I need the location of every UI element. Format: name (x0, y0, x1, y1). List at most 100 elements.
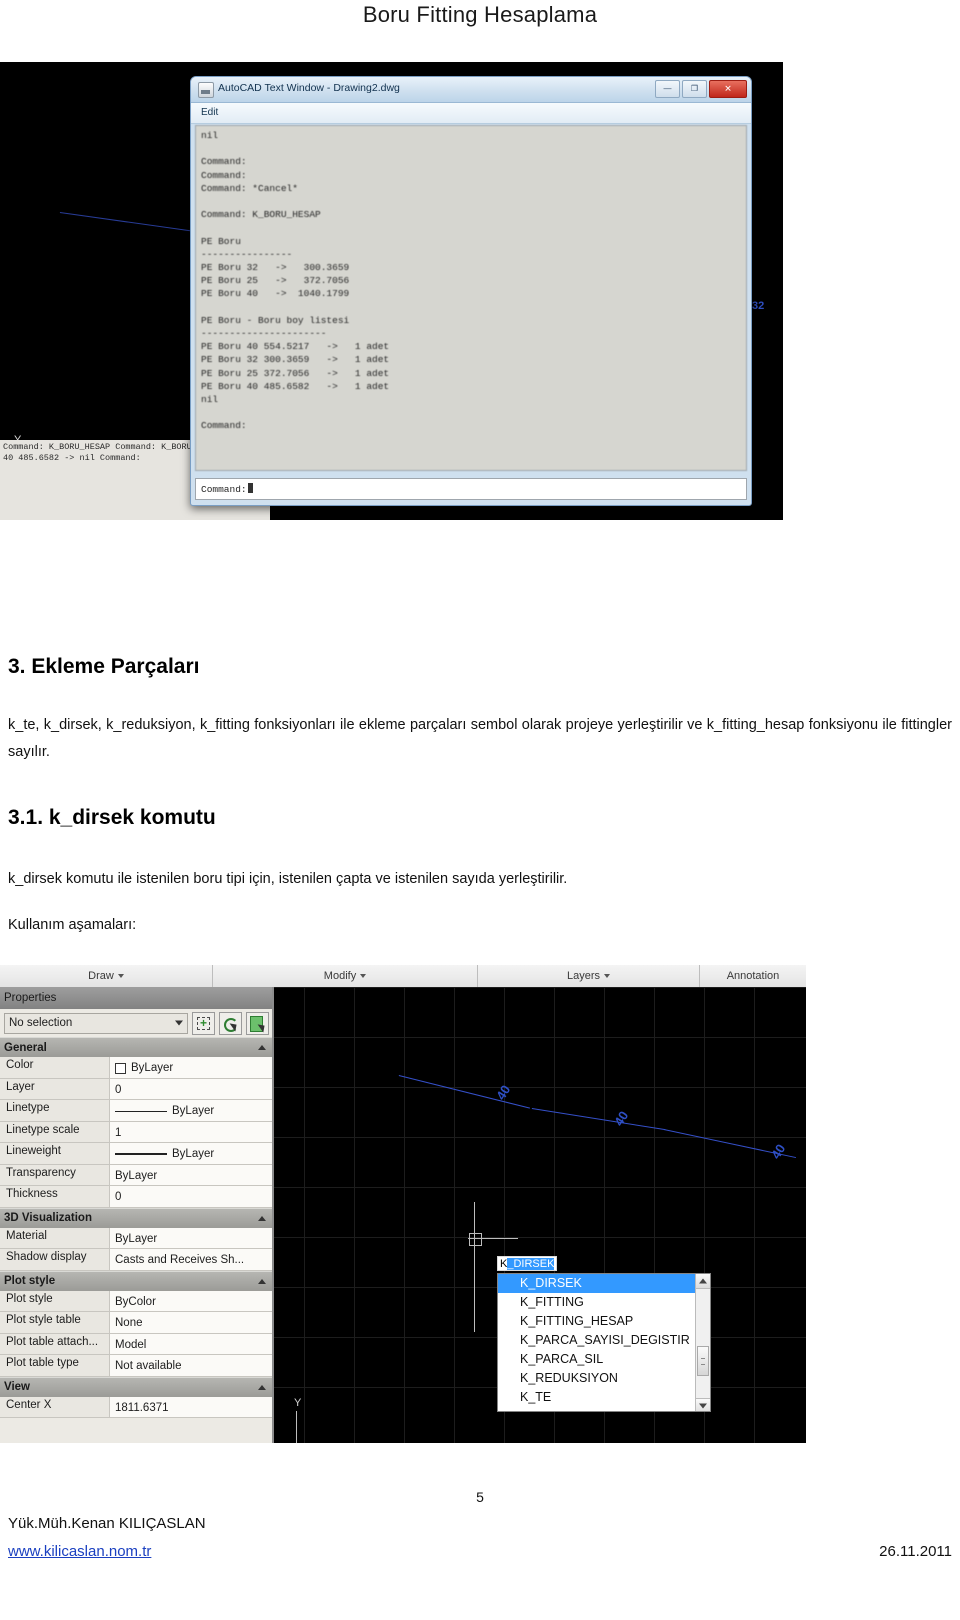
page-number: 5 (476, 1489, 484, 1505)
footer-website-link[interactable]: www.kilicaslan.nom.tr (8, 1543, 151, 1560)
paragraph-k-dirsek-komutu: k_dirsek komutu ile istenilen boru tipi … (8, 871, 568, 887)
chevron-up-icon (258, 1278, 266, 1284)
property-value-cell[interactable]: ByLayer (110, 1227, 272, 1248)
property-value: ByLayer (172, 1148, 215, 1161)
property-row-linetype-scale[interactable]: Linetype scale 1 (0, 1121, 272, 1143)
property-value: ByLayer (131, 1062, 174, 1075)
lineweight-preview-icon (115, 1153, 167, 1156)
property-value-cell[interactable]: Casts and Receives Sh... (110, 1249, 272, 1270)
maximize-icon: ❐ (690, 84, 699, 93)
properties-palette-title: Properties (0, 987, 272, 1009)
menu-item-edit[interactable]: Edit (201, 107, 218, 118)
property-value-cell[interactable]: ByLayer (110, 1143, 272, 1164)
property-group-general[interactable]: General (0, 1037, 272, 1057)
property-value-cell[interactable]: ByColor (110, 1290, 272, 1311)
close-button[interactable]: ✕ (709, 80, 747, 98)
property-value-cell[interactable]: 1811.6371 (110, 1396, 272, 1417)
window-controls: — ❐ ✕ (655, 80, 747, 98)
property-value: ByLayer (115, 1169, 158, 1182)
autocomplete-item-k-parca-sil[interactable]: K_PARCA_SIL (498, 1350, 710, 1369)
command-autocomplete-list[interactable]: K_DIRSEK K_FITTING K_FITTING_HESAP K_PAR… (497, 1273, 711, 1412)
property-row-plot-style[interactable]: Plot style ByColor (0, 1290, 272, 1312)
autocomplete-item-k-dirsek[interactable]: K_DIRSEK (498, 1274, 710, 1293)
selection-dropdown[interactable]: No selection (4, 1012, 188, 1034)
scrollbar-thumb[interactable] (697, 1346, 709, 1376)
property-value-cell[interactable]: ByLayer (110, 1057, 272, 1078)
quick-select-icon[interactable] (192, 1011, 215, 1035)
ribbon-panel-modify[interactable]: Modify (213, 965, 478, 987)
command-input-token[interactable]: K_DIRSEK (497, 1256, 557, 1271)
chevron-up-icon (258, 1045, 266, 1050)
property-group-view[interactable]: View (0, 1376, 272, 1397)
autocad-text-window[interactable]: AutoCAD Text Window - Drawing2.dwg — ❐ ✕… (190, 76, 752, 506)
property-value-cell[interactable]: ByLayer (110, 1164, 272, 1185)
property-value-cell[interactable]: Not available (110, 1355, 272, 1376)
footer-author: Yük.Müh.Kenan KILIÇASLAN (8, 1515, 206, 1532)
minimize-button[interactable]: — (655, 80, 680, 98)
property-row-lineweight[interactable]: Lineweight ByLayer (0, 1143, 272, 1165)
text-window-menubar: Edit (191, 103, 751, 124)
maximize-button[interactable]: ❐ (682, 80, 707, 98)
property-row-layer[interactable]: Layer 0 (0, 1078, 272, 1100)
property-value: ByLayer (115, 1232, 158, 1245)
property-group-view-label: View (4, 1381, 30, 1393)
property-value-cell[interactable]: Model (110, 1333, 272, 1354)
property-value-cell[interactable]: 0 (110, 1186, 272, 1207)
property-value: None (115, 1317, 143, 1330)
properties-selection-row: No selection (0, 1009, 272, 1037)
property-value: 1 (115, 1126, 122, 1139)
property-row-plot-style-table[interactable]: Plot style table None (0, 1312, 272, 1334)
property-row-linetype[interactable]: Linetype ByLayer (0, 1100, 272, 1122)
property-value-cell[interactable]: 1 (110, 1121, 272, 1142)
property-group-plot-style-label: Plot style (4, 1275, 56, 1287)
ribbon-panel-bar: Draw Modify Layers Annotation (0, 965, 806, 988)
property-value: ByColor (115, 1295, 156, 1308)
property-row-plot-table-attach[interactable]: Plot table attach... Model (0, 1333, 272, 1355)
crosshair-vertical (474, 1202, 475, 1332)
property-group-general-label: General (4, 1041, 47, 1054)
autocomplete-item-k-fitting[interactable]: K_FITTING (498, 1293, 710, 1312)
select-objects-icon[interactable] (219, 1011, 242, 1035)
heading-k-dirsek-komutu: 3.1. k_dirsek komutu (8, 806, 216, 829)
ribbon-panel-draw[interactable]: Draw (0, 965, 213, 987)
figure-autocad-text-window: 32 Y ✕ Command: K_BORU_HESAP Command: K_… (0, 62, 783, 520)
autocomplete-item-k-fitting-hesap[interactable]: K_FITTING_HESAP (498, 1312, 710, 1331)
property-row-color[interactable]: Color ByLayer (0, 1057, 272, 1079)
property-value: ByLayer (172, 1105, 215, 1118)
property-value: 1811.6371 (115, 1401, 169, 1414)
ucs-y-label: Y (294, 1397, 302, 1409)
property-row-thickness[interactable]: Thickness 0 (0, 1186, 272, 1208)
property-value-cell[interactable]: None (110, 1312, 272, 1333)
autocomplete-item-k-te[interactable]: K_TE (498, 1388, 710, 1407)
application-icon (198, 82, 214, 98)
property-row-transparency[interactable]: Transparency ByLayer (0, 1164, 272, 1186)
dimension-label: 32 (752, 300, 765, 312)
properties-palette: Properties No selection General Color By… (0, 987, 274, 1443)
property-key: Transparency (0, 1164, 110, 1185)
ribbon-panel-draw-label: Draw (88, 970, 114, 982)
property-key: Plot table type (0, 1355, 110, 1376)
scroll-up-arrow-icon[interactable] (696, 1274, 710, 1289)
property-value-cell[interactable]: 0 (110, 1078, 272, 1099)
property-group-plot-style[interactable]: Plot style (0, 1270, 272, 1291)
property-row-center-x[interactable]: Center X 1811.6371 (0, 1396, 272, 1418)
autocomplete-item-k-parca-sayisi-degistir[interactable]: K_PARCA_SAYISI_DEGISTIR (498, 1331, 710, 1350)
crosshair-pickbox (469, 1233, 482, 1246)
ribbon-panel-annotation[interactable]: Annotation (700, 965, 806, 987)
pipe-dimension-label: 40 (768, 1141, 789, 1162)
autocomplete-scrollbar[interactable] (695, 1274, 710, 1411)
property-row-plot-table-type[interactable]: Plot table type Not available (0, 1355, 272, 1377)
property-value-cell[interactable]: ByLayer (110, 1100, 272, 1121)
property-row-material[interactable]: Material ByLayer (0, 1227, 272, 1249)
property-row-shadow-display[interactable]: Shadow display Casts and Receives Sh... (0, 1249, 272, 1271)
property-group-3d-visualization-label: 3D Visualization (4, 1212, 92, 1224)
scroll-down-arrow-icon[interactable] (696, 1398, 710, 1411)
ribbon-panel-layers[interactable]: Layers (478, 965, 700, 987)
page-title: Boru Fitting Hesaplama (362, 2, 598, 27)
property-key: Plot table attach... (0, 1333, 110, 1354)
toggle-value-icon[interactable] (246, 1011, 269, 1035)
property-group-3d-visualization[interactable]: 3D Visualization (0, 1207, 272, 1228)
text-window-command-input[interactable]: Command: (195, 478, 747, 500)
text-window-title: AutoCAD Text Window - Drawing2.dwg (218, 82, 400, 94)
autocomplete-item-k-reduksiyon[interactable]: K_REDUKSIYON (498, 1369, 710, 1388)
